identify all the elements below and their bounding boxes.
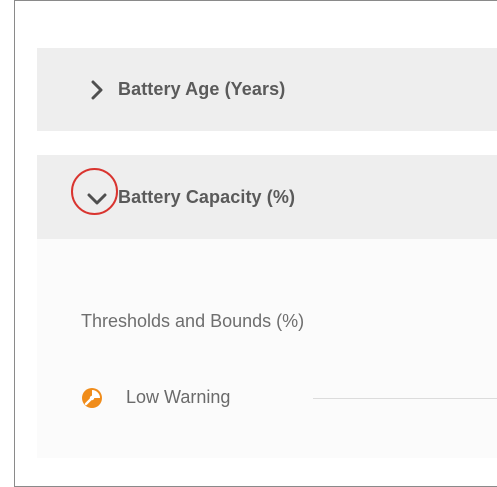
battery-capacity-content: Thresholds and Bounds (%) Low Warning [37, 239, 497, 458]
low-warning-icon [82, 388, 102, 408]
thresholds-section-title: Thresholds and Bounds (%) [81, 311, 305, 331]
battery-age-header[interactable]: Battery Age (Years) [37, 48, 497, 131]
battery-age-label: Battery Age (Years) [118, 79, 286, 99]
battery-capacity-header[interactable]: Battery Capacity (%) [37, 155, 497, 239]
low-warning-label: Low Warning [126, 387, 231, 407]
battery-capacity-label: Battery Capacity (%) [118, 187, 296, 207]
settings-frame: Battery Age (Years) Battery Capacity (%)… [14, 0, 497, 487]
chevron-down-icon[interactable] [87, 189, 107, 209]
low-warning-row[interactable]: Low Warning [81, 384, 497, 412]
chevron-right-icon[interactable] [87, 80, 107, 100]
low-warning-divider [313, 398, 497, 399]
